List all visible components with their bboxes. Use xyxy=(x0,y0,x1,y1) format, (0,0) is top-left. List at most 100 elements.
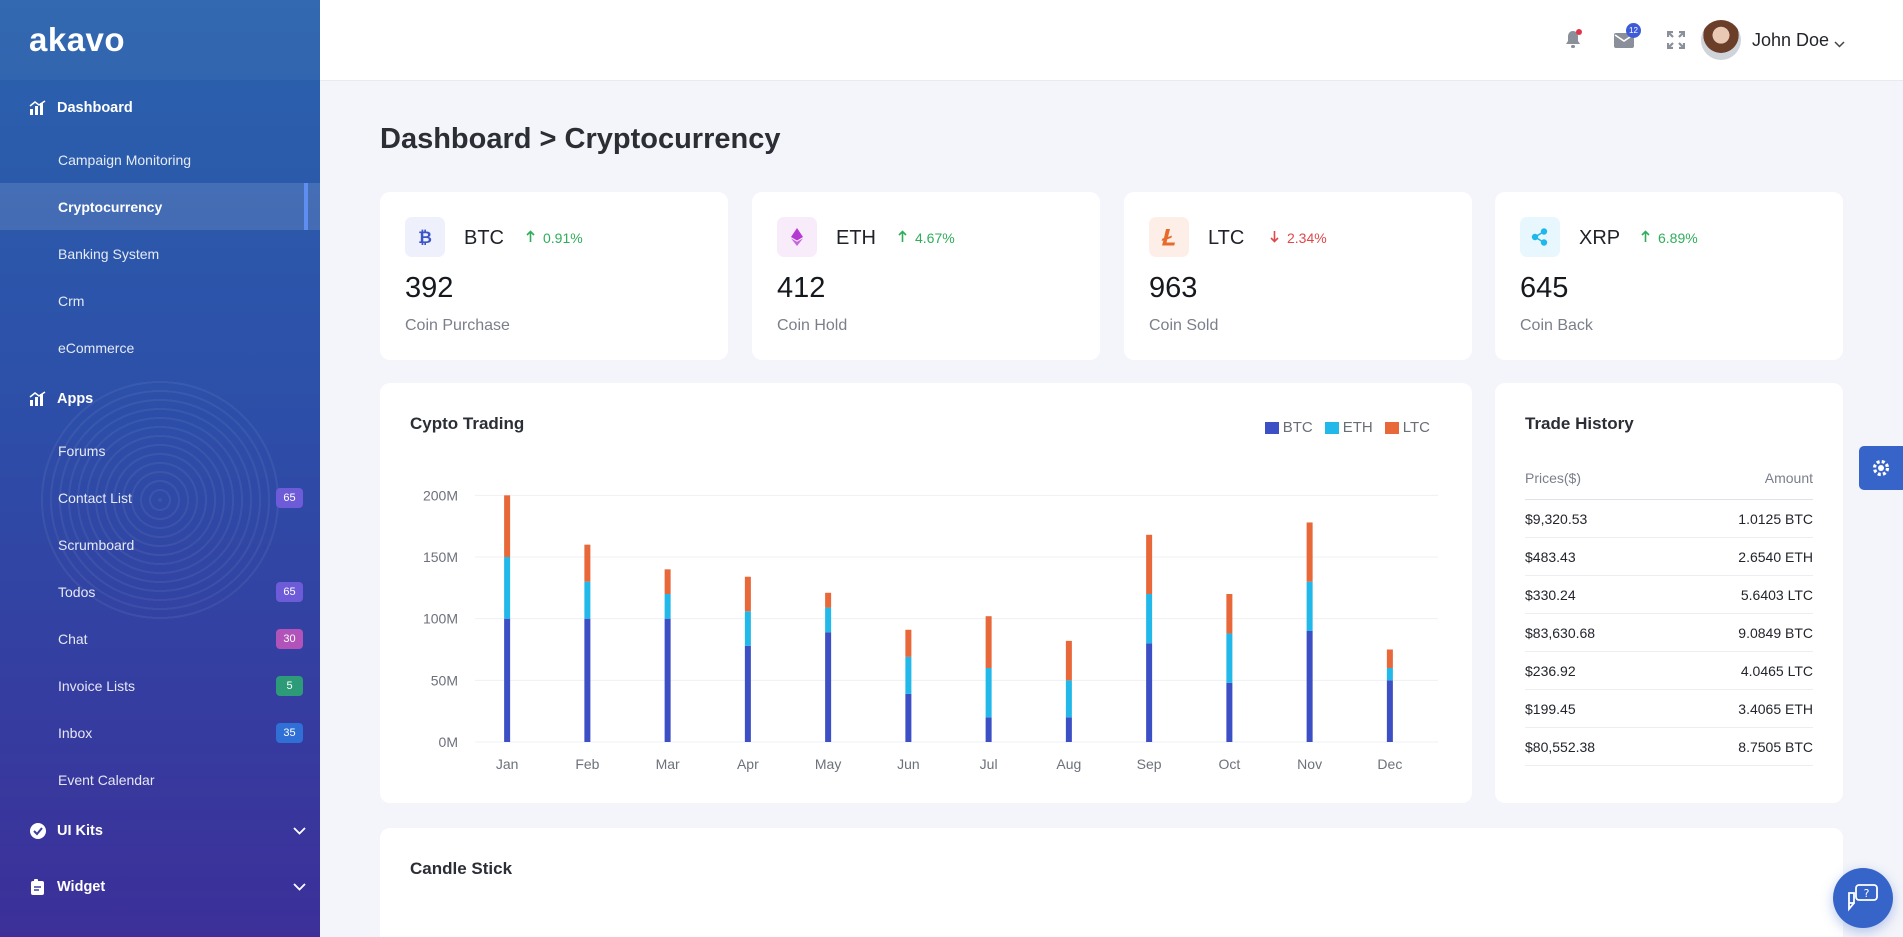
count-badge: 35 xyxy=(276,723,303,743)
sidebar-item-contact-list[interactable]: Contact List 65 xyxy=(0,474,320,521)
coin-value: 645 xyxy=(1520,272,1569,304)
trade-price: $80,552.38 xyxy=(1525,738,1596,755)
mail-icon[interactable]: 12 xyxy=(1612,23,1641,52)
coin-change-value: 2.34% xyxy=(1287,230,1327,246)
arrow-up-icon xyxy=(1641,230,1650,246)
coin-value: 412 xyxy=(777,272,826,304)
bar-eth-sep xyxy=(1146,594,1153,644)
candle-stick-card: Candle Stick xyxy=(380,828,1843,937)
bar-ltc-may xyxy=(825,592,832,608)
trade-history-title: Trade History xyxy=(1525,414,1634,433)
trade-amount: 5.6403 LTC xyxy=(1740,586,1813,603)
sidebar-item-label: Contact List xyxy=(58,489,132,506)
trade-amount: 2.6540 ETH xyxy=(1738,548,1813,565)
sidebar-item-todos[interactable]: Todos 65 xyxy=(0,568,320,615)
bar-eth-dec xyxy=(1386,668,1393,681)
bar-btc-mar xyxy=(664,618,671,742)
arrow-down-icon xyxy=(1270,230,1279,246)
crypto-trading-chart: 0M 50M 100M 150M 200M Jan Feb Mar Apr May Jun Jul Au… xyxy=(423,487,1438,772)
coin-change-value: 4.67% xyxy=(915,230,955,246)
x-tick-label: Mar xyxy=(656,756,680,772)
sidebar-item-scrumboard[interactable]: Scrumboard xyxy=(0,521,320,568)
x-tick-label: Aug xyxy=(1056,756,1081,772)
user-avatar[interactable] xyxy=(1701,20,1741,60)
trade-amount: 1.0125 BTC xyxy=(1738,510,1813,527)
stat-card-eth[interactable]: ETH 4.67% 412 Coin Hold xyxy=(752,192,1100,360)
bar-btc-apr xyxy=(744,645,751,742)
chevron-down-icon[interactable] xyxy=(293,823,306,839)
bar-btc-jun xyxy=(905,693,912,742)
sidebar-section-widget[interactable]: Widget xyxy=(0,859,320,915)
x-tick-label: Sep xyxy=(1137,756,1162,772)
legend-label: LTC xyxy=(1402,419,1430,436)
y-tick-label: 150M xyxy=(423,549,458,565)
legend-swatch xyxy=(1324,421,1339,434)
notification-bell-icon[interactable] xyxy=(1561,28,1585,52)
stat-card-ltc[interactable]: LTC 2.34% 963 Coin Sold xyxy=(1124,192,1472,360)
fullscreen-icon[interactable] xyxy=(1664,28,1688,52)
stat-card-btc[interactable]: ₿ BTC 0.91% 392 Coin Purchase xyxy=(380,192,728,360)
sidebar-item-event-calendar[interactable]: Event Calendar xyxy=(0,756,320,803)
sidebar-item-forums[interactable]: Forums xyxy=(0,427,320,474)
y-tick-label: 100M xyxy=(423,611,458,627)
sidebar-section-label: UI Kits xyxy=(57,823,103,839)
sidebar-section-apps[interactable]: Apps xyxy=(0,371,320,427)
sidebar-section-label: Widget xyxy=(57,879,106,895)
bar-eth-jul xyxy=(985,668,992,718)
sidebar-item-label: Invoice Lists xyxy=(58,677,136,694)
bar-btc-dec xyxy=(1386,680,1393,742)
ethereum-icon xyxy=(777,217,817,257)
sidebar-item-banking-system[interactable]: Banking System xyxy=(0,230,320,277)
top-header: 12 John Doe xyxy=(320,0,1903,81)
table-row: $83,630.68 9.0849 BTC xyxy=(1525,614,1813,652)
legend-swatch xyxy=(1264,421,1279,434)
coin-change-value: 0.91% xyxy=(543,230,583,246)
coin-symbol: LTC xyxy=(1208,227,1245,249)
svg-text:?: ? xyxy=(1864,887,1870,900)
sidebar-item-crm[interactable]: Crm xyxy=(0,277,320,324)
sidebar: akavo Dashboard Campaign Monitoring Crypto… xyxy=(0,0,320,937)
sidebar-item-cryptocurrency[interactable]: Cryptocurrency xyxy=(0,183,320,230)
mail-count-badge: 12 xyxy=(1626,23,1641,38)
stat-card-xrp[interactable]: XRP 6.89% 645 Coin Back xyxy=(1495,192,1843,360)
legend-label: BTC xyxy=(1282,419,1313,436)
ripple-icon xyxy=(1520,217,1560,257)
gear-icon xyxy=(1872,459,1890,477)
user-name[interactable]: John Doe xyxy=(1752,30,1829,51)
chat-question-icon: ? xyxy=(1848,884,1878,912)
sidebar-item-campaign-monitoring[interactable]: Campaign Monitoring xyxy=(0,136,320,183)
settings-gear-button[interactable] xyxy=(1859,446,1903,490)
sidebar-item-invoice-lists[interactable]: Invoice Lists 5 xyxy=(0,662,320,709)
sidebar-item-label: Campaign Monitoring xyxy=(58,151,192,168)
chevron-down-icon[interactable] xyxy=(293,879,306,895)
coin-change-value: 6.89% xyxy=(1658,230,1698,246)
legend-item-eth[interactable]: ETH xyxy=(1324,419,1373,436)
bar-ltc-jul xyxy=(985,616,992,668)
trade-history-header: Prices($) Amount xyxy=(1525,470,1813,500)
crypto-trading-card: 0M 50M 100M 150M 200M Jan Feb Mar Apr May Jun Jul Au… xyxy=(380,383,1472,803)
legend-item-btc[interactable]: BTC xyxy=(1264,419,1313,436)
legend-item-ltc[interactable]: LTC xyxy=(1384,419,1430,436)
bar-ltc-aug xyxy=(1065,640,1072,681)
bar-ltc-sep xyxy=(1146,534,1153,594)
help-chat-button[interactable]: ? xyxy=(1833,868,1893,928)
x-tick-label: Jun xyxy=(897,756,920,772)
coin-label: Coin Sold xyxy=(1149,317,1219,334)
sidebar-section-ui-kits[interactable]: UI Kits xyxy=(0,803,320,859)
widget-icon xyxy=(29,878,47,896)
bar-ltc-oct xyxy=(1226,594,1233,634)
sidebar-item-chat[interactable]: Chat 30 xyxy=(0,615,320,662)
coin-change: 4.67% xyxy=(898,230,955,246)
sidebar-section-dashboard[interactable]: Dashboard xyxy=(0,80,320,136)
chevron-down-icon[interactable] xyxy=(1834,35,1845,53)
brand-logo[interactable]: akavo xyxy=(0,0,320,80)
coin-value: 963 xyxy=(1149,272,1198,304)
bar-ltc-apr xyxy=(744,576,751,612)
chart-icon xyxy=(29,99,47,117)
chart-title: Cypto Trading xyxy=(410,414,525,433)
sidebar-item-ecommerce[interactable]: eCommerce xyxy=(0,324,320,371)
bar-ltc-nov xyxy=(1306,522,1313,582)
trade-amount: 8.7505 BTC xyxy=(1738,738,1813,755)
sidebar-item-inbox[interactable]: Inbox 35 xyxy=(0,709,320,756)
bar-ltc-dec xyxy=(1386,649,1393,668)
